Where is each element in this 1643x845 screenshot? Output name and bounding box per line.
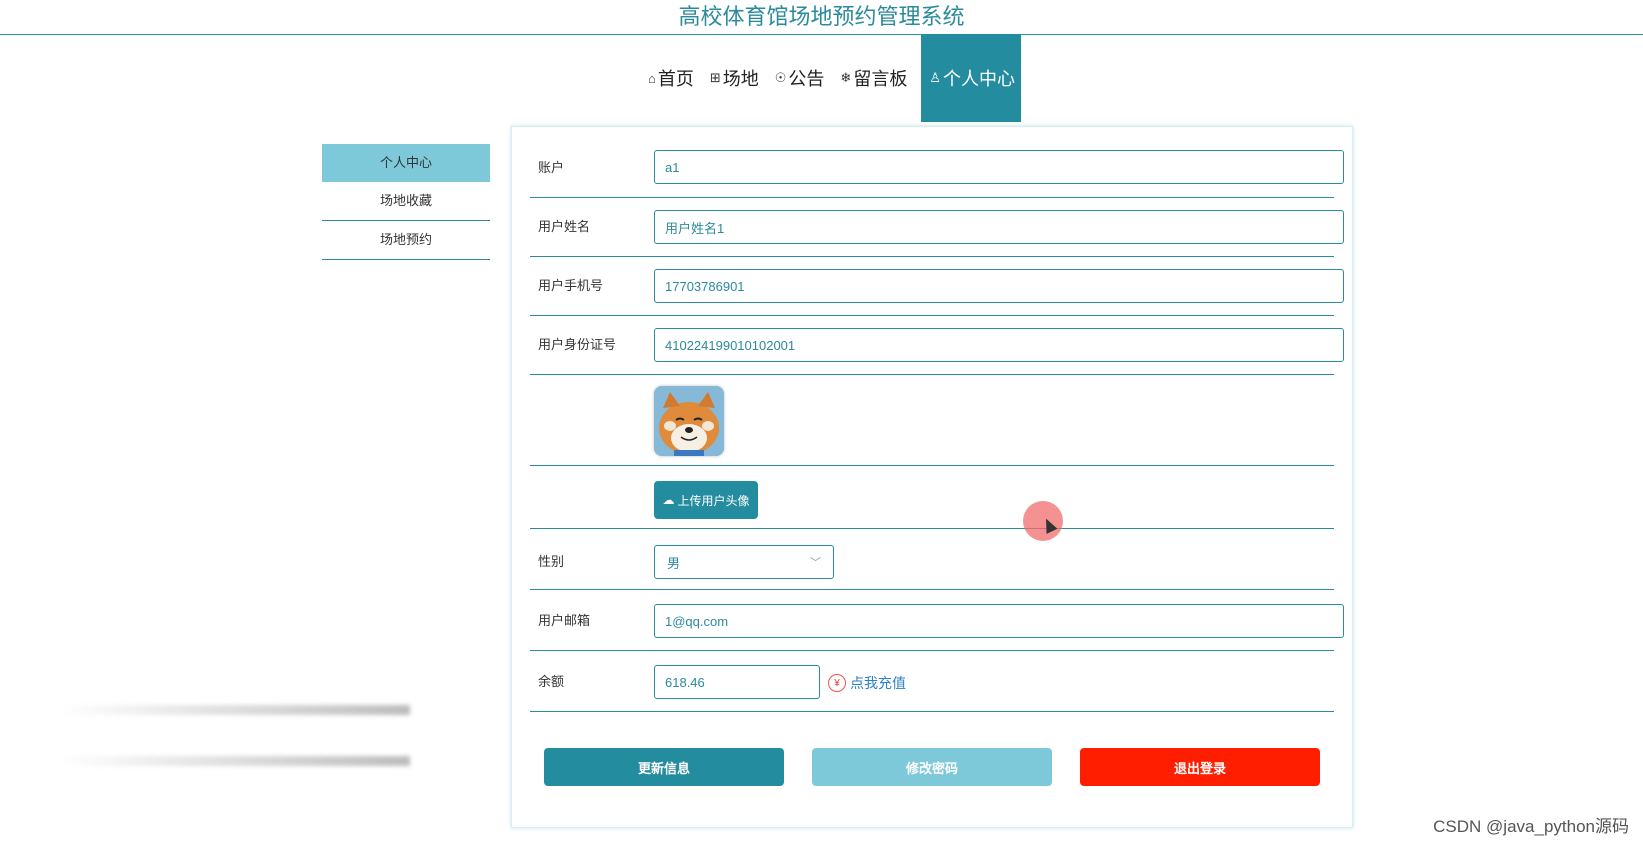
user-icon: ♙ — [929, 70, 941, 85]
snowflake-icon: ❄ — [840, 70, 852, 85]
grid-icon: ⊞ — [709, 70, 721, 85]
top-nav: ⌂ 首页 ⊞ 场地 ☉ 公告 ❄ 留言板 ♙ 个人中心 — [640, 34, 1021, 122]
nav-item-home[interactable]: ⌂ 首页 — [640, 34, 702, 122]
balance-row: 余额 ¥ 点我充值 — [530, 651, 1334, 712]
gender-selected-value: 男 — [667, 555, 681, 571]
nav-item-label: 个人中心 — [942, 69, 1015, 89]
decorative-blur — [60, 705, 410, 715]
phone-label: 用户手机号 — [538, 278, 604, 293]
avatar — [654, 386, 724, 456]
phone-row: 用户手机号 — [530, 257, 1344, 316]
account-row: 账户 — [530, 141, 1344, 198]
recharge-link[interactable]: ¥ 点我充值 — [828, 673, 906, 693]
logout-button[interactable]: 退出登录 — [1080, 748, 1320, 786]
nav-item-announcements[interactable]: ☉ 公告 — [767, 34, 833, 122]
email-input[interactable] — [654, 604, 1344, 638]
action-bar: 更新信息 修改密码 退出登录 — [544, 748, 1320, 786]
change-password-button[interactable]: 修改密码 — [812, 748, 1052, 786]
account-input[interactable] — [654, 150, 1344, 184]
dog-avatar-icon — [654, 386, 724, 456]
gender-row: 性别 男 ﹀ — [530, 529, 1334, 590]
yen-icon: ¥ — [828, 674, 846, 692]
name-input[interactable] — [654, 210, 1344, 244]
sidebar: 个人中心 场地收藏 场地预约 — [322, 144, 490, 260]
idcard-label: 用户身份证号 — [538, 337, 617, 352]
name-label: 用户姓名 — [538, 219, 591, 234]
email-row: 用户邮箱 — [530, 590, 1344, 651]
home-icon: ⌂ — [648, 70, 656, 86]
upload-row: ☁ 上传用户头像 — [530, 466, 1334, 529]
decorative-blur — [60, 756, 410, 766]
account-label: 账户 — [538, 160, 565, 175]
nav-item-label: 场地 — [722, 69, 759, 89]
sidebar-item-favorites[interactable]: 场地收藏 — [322, 182, 490, 221]
phone-input[interactable] — [654, 269, 1344, 303]
name-row: 用户姓名 — [530, 198, 1344, 257]
balance-input[interactable] — [654, 665, 820, 699]
sidebar-item-reservations[interactable]: 场地预约 — [322, 221, 490, 260]
watermark: CSDN @java_python源码 — [1433, 817, 1629, 836]
site-title: 高校体育馆场地预约管理系统 — [678, 4, 965, 29]
chevron-down-icon: ﹀ — [810, 557, 821, 569]
nav-item-label: 首页 — [657, 69, 694, 89]
gender-label: 性别 — [538, 554, 565, 569]
gender-select[interactable]: 男 ﹀ — [654, 545, 834, 579]
nav-item-label: 公告 — [788, 69, 825, 89]
idcard-input[interactable] — [654, 328, 1344, 362]
cloud-upload-icon: ☁ — [662, 493, 675, 507]
idcard-row: 用户身份证号 — [530, 316, 1344, 375]
recharge-label: 点我充值 — [850, 675, 906, 691]
email-label: 用户邮箱 — [538, 613, 591, 628]
page: 高校体育馆场地预约管理系统 ⌂ 首页 ⊞ 场地 ☉ 公告 ❄ 留言板 ♙ 个人中… — [0, 0, 1643, 845]
announcement-icon: ☉ — [774, 70, 787, 85]
sidebar-item-personal-center[interactable]: 个人中心 — [322, 144, 490, 182]
balance-label: 余额 — [538, 674, 565, 689]
profile-card: 账户 用户姓名 用户手机号 用户身份证号 — [511, 126, 1353, 828]
upload-avatar-button[interactable]: ☁ 上传用户头像 — [654, 481, 758, 519]
update-info-button[interactable]: 更新信息 — [544, 748, 784, 786]
avatar-row — [530, 375, 1334, 466]
nav-item-personal-center[interactable]: ♙ 个人中心 — [921, 34, 1021, 122]
nav-item-message-board[interactable]: ❄ 留言板 — [832, 34, 915, 122]
nav-item-venues[interactable]: ⊞ 场地 — [702, 34, 767, 122]
nav-item-label: 留言板 — [853, 69, 908, 89]
upload-avatar-label: 上传用户头像 — [677, 493, 750, 508]
